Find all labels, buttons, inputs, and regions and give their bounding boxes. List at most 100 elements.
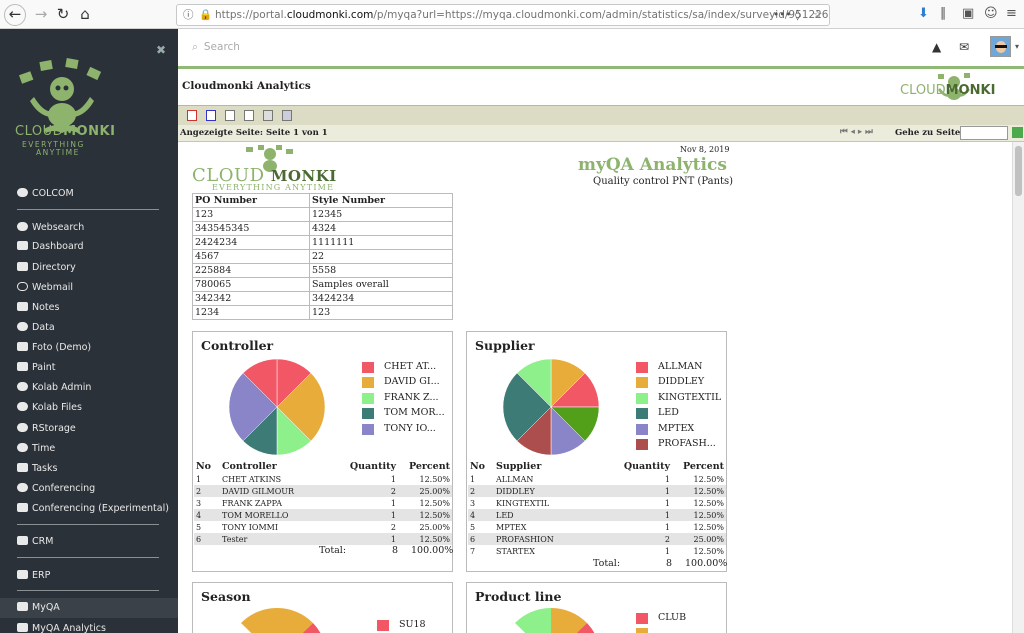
half-circle-icon <box>17 382 28 391</box>
sidebar-item-label: MyQA <box>32 602 60 613</box>
sidebar-item-conferencing[interactable]: Conferencing <box>17 483 95 494</box>
bookmark-star-icon[interactable]: ☆ <box>813 5 822 25</box>
sidebar-item-foto[interactable]: Foto (Demo) <box>17 342 91 353</box>
po-cell: 343545345 <box>192 221 310 236</box>
sidebar-item-notes[interactable]: Notes <box>17 302 59 313</box>
sidebar-item-websearch[interactable]: Websearch <box>17 222 84 233</box>
sidebar-item-data[interactable]: Data <box>17 322 55 333</box>
col-header: Percent <box>682 461 724 472</box>
search-field[interactable]: ⌕ Search <box>192 41 240 54</box>
goto-page-input[interactable] <box>960 126 1008 140</box>
sidebar-item-dashboard[interactable]: Dashboard <box>17 241 84 252</box>
legend-label: TONY IO... <box>384 423 436 434</box>
sidebar-item-label: Paint <box>32 362 56 373</box>
sidebar-item-label: ERP <box>32 570 51 581</box>
total-label: Total: <box>593 558 621 569</box>
sidebar-item-conferencing-experimental[interactable]: Conferencing (Experimental) <box>17 503 169 514</box>
goto-page-label: Gehe zu Seite: <box>895 128 964 138</box>
sidebar-item-erp[interactable]: ERP <box>17 570 50 581</box>
export-icon[interactable] <box>225 110 235 121</box>
export-doc-icon[interactable] <box>206 110 216 121</box>
sidebar-item-kolab-admin[interactable]: Kolab Admin <box>17 382 91 393</box>
sidebar: ✖ CLOUDMONKI EVERYTHING ANYTIME COLCOM W… <box>0 29 178 633</box>
forward-icon[interactable]: → <box>30 4 52 26</box>
legend-label: FRANK Z... <box>384 392 439 403</box>
sidebar-item-webmail[interactable]: Webmail <box>17 282 73 293</box>
bell-icon[interactable]: ▲ <box>932 40 941 54</box>
season-pie-chart <box>241 608 321 633</box>
sidebar-item-myqa[interactable]: MyQA <box>17 602 60 613</box>
download-icon[interactable]: ⬇ <box>918 6 929 21</box>
table-cell: 5 <box>196 522 202 532</box>
pocket-icon[interactable]: ◊ <box>795 5 800 25</box>
report-scrollbar[interactable] <box>1012 142 1024 633</box>
save-icon[interactable] <box>282 110 292 121</box>
header-logo-text: CLOUDMONKI <box>900 83 996 98</box>
report-subtitle: Quality control PNT (Pants) <box>593 176 734 187</box>
sidebar-item-label: Directory <box>32 262 76 273</box>
export-all-icon[interactable] <box>244 110 254 121</box>
po-cell: 2424234 <box>192 235 310 250</box>
total-label: Total: <box>319 545 347 556</box>
library-icon[interactable]: ∥ <box>940 6 947 21</box>
table-cell: 2 <box>194 485 220 497</box>
po-cell: 342342 <box>192 291 310 306</box>
sidebar-item-rstorage[interactable]: RStorage <box>17 423 76 434</box>
table-cell: 12.50% <box>693 546 724 556</box>
back-icon[interactable]: ← <box>4 4 26 26</box>
legend-label: CLUB <box>658 612 687 623</box>
page-actions-icon[interactable]: ••• <box>773 5 792 25</box>
home-icon[interactable]: ⌂ <box>74 4 96 26</box>
legend-swatch <box>362 424 374 435</box>
menu-icon[interactable]: ≡ <box>1006 6 1017 21</box>
sidebar-item-kolab-files[interactable]: Kolab Files <box>17 402 82 413</box>
supplier-title: Supplier <box>475 338 535 353</box>
export-pdf-icon[interactable] <box>187 110 197 121</box>
sidebar-item-crm[interactable]: CRM <box>17 536 53 547</box>
table-cell: 4 <box>468 509 494 521</box>
page-indicator: Angezeigte Seite: Seite 1 von 1 <box>180 128 328 138</box>
cloud-icon <box>17 483 28 492</box>
legend-swatch <box>636 408 648 419</box>
legend-swatch <box>636 613 648 624</box>
sidebar-item-directory[interactable]: Directory <box>17 262 76 273</box>
info-icon[interactable]: ⓘ <box>183 5 194 25</box>
scrollbar-thumb[interactable] <box>1015 146 1022 196</box>
table-cell: 12.50% <box>419 474 450 484</box>
table-cell: 12.50% <box>672 509 726 521</box>
legend-label: DIDDLEY <box>658 376 705 387</box>
print-icon[interactable] <box>263 110 273 121</box>
legend-label: SU18 <box>399 619 426 630</box>
sidebar-item-tasks[interactable]: Tasks <box>17 463 57 474</box>
productline-title: Product line <box>475 589 562 604</box>
table-cell: 25.00% <box>419 522 450 532</box>
supplier-panel: Supplier ALLMAN DIDDLEY KINGTEXTIL LED M… <box>466 331 727 572</box>
sidebar-item-myqa-analytics[interactable]: MyQA Analytics <box>17 623 106 633</box>
sidebar-item-label: Data <box>32 322 55 333</box>
goto-page-button[interactable] <box>1012 127 1023 138</box>
sidebar-item-time[interactable]: Time <box>17 443 55 454</box>
style-cell: 12345 <box>309 207 453 222</box>
chevron-down-icon[interactable]: ▾ <box>1015 42 1019 51</box>
sidebar-item-paint[interactable]: Paint <box>17 362 56 373</box>
sidebar-item-label: Dashboard <box>32 241 84 252</box>
pager-arrows-icon[interactable]: ⏮◂▸⏭ <box>840 127 876 137</box>
sidebar-item-colcom[interactable]: COLCOM <box>17 188 74 199</box>
circle-icon <box>17 282 28 291</box>
mail-icon[interactable]: ✉ <box>959 40 969 54</box>
close-icon[interactable]: ✖ <box>156 43 166 57</box>
account-icon[interactable]: ☺ <box>984 6 998 21</box>
url-bar[interactable]: ⓘ 🔒 https://portal.cloudmonki.com/p/myqa… <box>176 4 830 26</box>
table-cell: 2 <box>390 522 396 532</box>
table-cell: 12.50% <box>693 474 724 484</box>
avatar[interactable] <box>990 36 1011 57</box>
sidebar-item-label: RStorage <box>32 423 76 434</box>
url-domain: cloudmonki.com <box>286 9 374 21</box>
col-header: No <box>196 461 212 472</box>
table-cell: MPTEX <box>496 522 527 532</box>
supplier-table: No Supplier Quantity Percent 1 ALLMAN 1 12.50%… <box>468 460 726 557</box>
reload-icon[interactable]: ↻ <box>52 4 74 26</box>
sidebar-item-label: Kolab Admin <box>32 382 92 393</box>
controller-pie-chart <box>228 358 326 456</box>
sidebar-toggle-icon[interactable]: ▣ <box>962 6 974 21</box>
